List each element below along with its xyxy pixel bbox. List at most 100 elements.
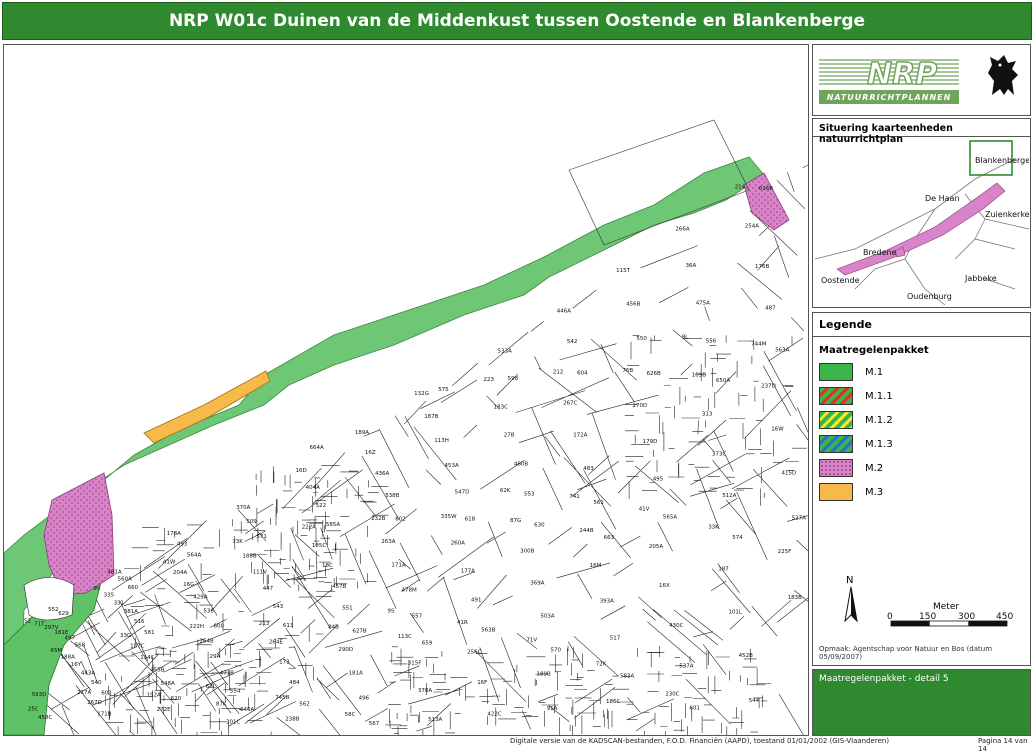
parcel-label: 370A: [236, 505, 250, 511]
parcel-label: 422C: [487, 712, 501, 718]
parcel-label: 52: [24, 619, 31, 625]
parcel-label: 627B: [352, 629, 366, 635]
parcel-label: 542: [567, 339, 578, 345]
parcel-label: 527A: [792, 516, 806, 522]
logo-panel: NRP NATUURRICHTPLANNEN: [812, 44, 1031, 116]
parcel-label: 177A: [461, 569, 475, 575]
parcel-label: 301C: [226, 720, 240, 726]
parcel-label: 16W: [771, 426, 784, 432]
parcel-label: 232B: [371, 516, 385, 522]
parcel-label: 267C: [563, 401, 577, 407]
legend-swatch: [819, 459, 853, 477]
parcel-label: 222H: [189, 624, 204, 630]
nrp-logo: NRP NATUURRICHTPLANNEN: [819, 52, 959, 108]
parcel-label: 41V: [639, 506, 650, 512]
parcel-label: 181A: [349, 671, 363, 677]
parcel-label: 223: [484, 377, 495, 383]
parcel-label: 212: [553, 370, 564, 376]
legend-item-m-1-2: M.1.2: [819, 408, 1030, 432]
legend-subtitle: Maatregelenpakket: [819, 345, 929, 356]
parcel-label: 552: [48, 607, 59, 613]
parcel-label: 132G: [414, 391, 429, 397]
page-number: Pagina 14 van 14: [978, 737, 1028, 753]
parcel-label: 602: [395, 516, 406, 522]
parcel-label: 483: [583, 466, 594, 472]
parcel-label: 192A: [147, 693, 161, 699]
parcel-label: 481A: [107, 570, 121, 576]
parcel-label: 16Z: [365, 450, 376, 456]
zone-m2-west[interactable]: [43, 472, 115, 596]
scale-bar: N Meter 0 150 300 450: [844, 575, 1013, 627]
parcel-label: 183C: [494, 404, 508, 410]
parcel-label: 503A: [540, 613, 554, 619]
source-credit: Digitale versie van de KADSCAN-bestanden…: [510, 737, 890, 745]
parcel-label: 457B: [332, 584, 346, 590]
parcel-label: 27B: [504, 432, 515, 438]
parcel-label: 512A: [722, 493, 736, 499]
place-zuienkerke: Zuienkerke: [985, 210, 1029, 219]
parcel-label: 630: [534, 523, 545, 529]
location-map[interactable]: Blankenberge De Haan Zuienkerke Bredene …: [815, 139, 1029, 305]
parcel-label: 493: [177, 541, 188, 547]
parcel-label: 456B: [626, 302, 640, 308]
parcel-label: 33G: [120, 633, 131, 639]
parcel-label: 565A: [663, 514, 677, 520]
parcel-label: 562: [299, 702, 310, 708]
parcel-label: 404A: [306, 485, 320, 491]
parcel-label: 478M: [402, 588, 417, 594]
scale-tick-450: 450: [996, 612, 1013, 622]
legend-item-m-2: M.2: [819, 456, 1030, 480]
legend-title: Legende: [813, 313, 1030, 337]
parcel-label: 581: [144, 630, 155, 636]
parcel-label: 204A: [173, 570, 187, 576]
scale-area: N Meter 0 150 300 450: [813, 569, 1030, 649]
parcel-label: 225F: [778, 549, 792, 555]
parcel-label: 188B: [242, 554, 256, 560]
cadastral-map[interactable]: 52 62K 62L 9L 9S 9V 741 745B 744M 41R 41W 41V 58C 65M…: [4, 45, 808, 735]
parcel-label: 563A: [775, 348, 789, 354]
parcel-label: 554: [230, 688, 241, 694]
parcel-label: 369A: [530, 581, 544, 587]
parcel-label: 315F: [408, 661, 422, 667]
zone-m2-east[interactable]: [743, 172, 790, 231]
parcel-label: 114C: [140, 655, 154, 661]
parcel-label: 335: [104, 593, 115, 599]
parcel-label: 618: [465, 516, 476, 522]
legend-items: M.1 M.1.1 M.1.2 M.1.3 M.2 M.3: [813, 360, 1030, 504]
parcel-label: 453A: [445, 463, 459, 469]
parcel-label: 264B: [200, 639, 214, 645]
place-jabbeke: Jabbeke: [964, 274, 997, 283]
place-blankenberge: Blankenberge: [975, 156, 1029, 165]
parcel-label: 189B: [537, 671, 551, 677]
parcel-label: 256C: [467, 650, 481, 656]
layout-credit: Opmaak: Agentschap voor Natuur en Bos (d…: [819, 645, 993, 661]
parcel-label: 109B: [692, 373, 706, 379]
parcel-label: 171A: [391, 563, 405, 569]
detail-panel: Maatregelenpakket - detail 5: [812, 669, 1031, 736]
parcel-label: 575: [438, 387, 449, 393]
parcel-label: 25C: [28, 707, 39, 713]
parcel-label: 598: [508, 376, 519, 382]
parcel-label: 71V: [526, 638, 537, 644]
parcel-label: 471B: [220, 671, 234, 677]
location-title: Situering kaarteenheden natuurrichtplan: [813, 119, 1030, 145]
main-map[interactable]: 52 62K 62L 9L 9S 9V 741 745B 744M 41R 41W 41V 58C 65M…: [3, 44, 809, 736]
parcel-label: 616B: [759, 186, 773, 192]
parcel-label: 9L: [682, 335, 689, 341]
parcel-label: 620: [171, 696, 182, 702]
parcel-label: 115T: [616, 268, 630, 274]
zone-m1-dune-strip[interactable]: [4, 156, 765, 735]
parcel-label: 561: [593, 500, 604, 506]
parcel-label: 626B: [647, 371, 661, 377]
parcel-label: 557: [412, 613, 423, 619]
parcel-label: 9S: [388, 609, 395, 615]
parcel-label: 76B: [622, 368, 633, 374]
parcel-label: 550: [636, 336, 647, 342]
north-arrow-icon: N: [844, 575, 858, 623]
parcel-label: 571: [256, 534, 267, 540]
parcel-label: 173: [279, 659, 290, 665]
parcel-label: 460B: [514, 461, 528, 467]
parcel-label: 214: [735, 184, 746, 190]
parcel-label: 551: [342, 606, 353, 612]
parcel-label: 487: [765, 305, 776, 311]
